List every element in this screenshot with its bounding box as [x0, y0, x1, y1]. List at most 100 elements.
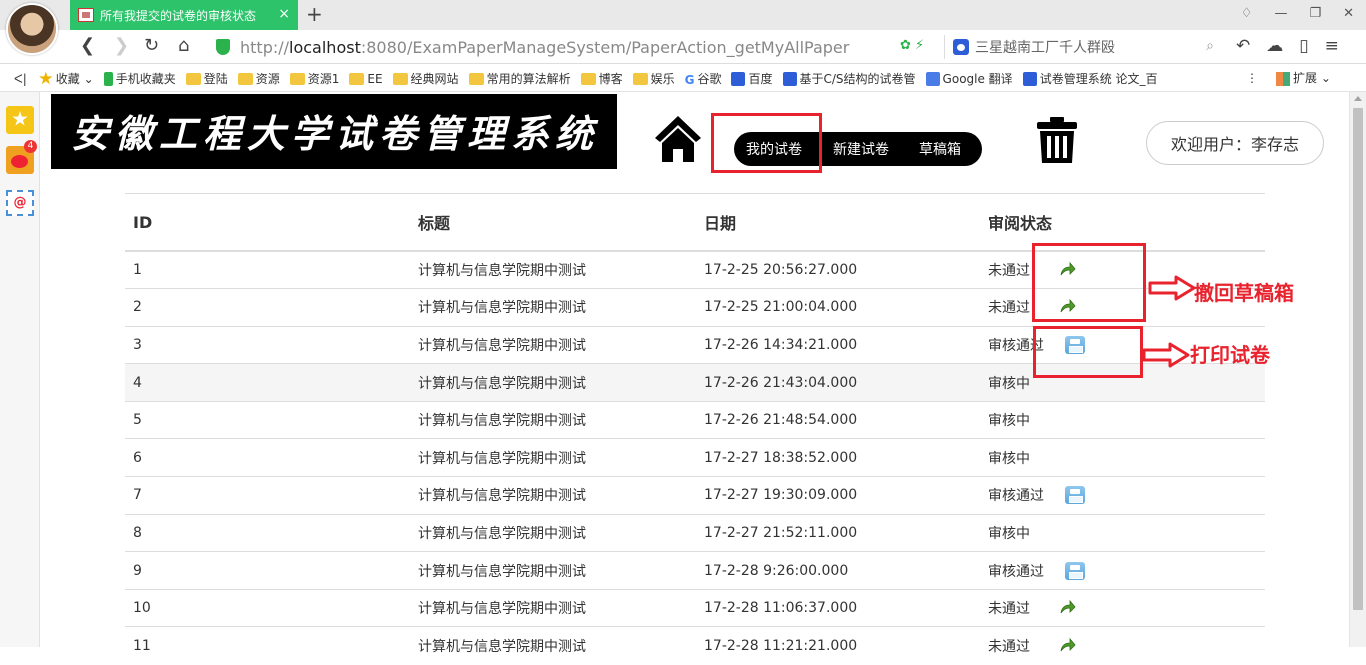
- speed-icon[interactable]: ✿ ⚡: [900, 38, 924, 53]
- google-icon: G: [684, 72, 695, 87]
- print-icon[interactable]: [1065, 486, 1085, 505]
- restore-icon[interactable]: ❐: [1309, 6, 1321, 21]
- bookmark-item[interactable]: 资源1: [289, 70, 339, 87]
- browser-nav-bar: ❮ ❯ ↻ ⌂ http://localhost:8080/ExamPaperM…: [0, 30, 1366, 64]
- bookmark-label: 登陆: [203, 72, 228, 86]
- folder-icon: [185, 72, 201, 85]
- browser-tab-bar: 所有我提交的试卷的审核状态 × + ♢ — ❐ ✕: [0, 0, 1366, 30]
- highlight-print-action: [1033, 326, 1143, 378]
- status-text: 审核中: [988, 525, 1030, 542]
- sidebar-toggle-icon[interactable]: ᐸ|: [14, 72, 27, 86]
- status-text: 审核中: [988, 450, 1030, 467]
- tab-title: 所有我提交的试卷的审核状态: [100, 8, 257, 23]
- new-tab-button[interactable]: +: [306, 4, 323, 24]
- scroll-up-icon[interactable]: [1354, 96, 1362, 101]
- minimize-icon[interactable]: —: [1274, 6, 1287, 21]
- mail-icon[interactable]: @: [6, 190, 34, 216]
- bookmark-label: 博客: [598, 72, 623, 86]
- bookmark-item[interactable]: 经典网站: [392, 70, 459, 87]
- close-window-icon[interactable]: ✕: [1343, 6, 1354, 21]
- cell-id: 4: [125, 363, 410, 402]
- search-icon[interactable]: ⌕: [1206, 38, 1214, 54]
- bookmark-item[interactable]: 登陆: [185, 70, 228, 87]
- bookmark-item[interactable]: 娱乐: [632, 70, 675, 87]
- extensions-button[interactable]: 扩展 ⌄: [1276, 69, 1331, 86]
- url-host: localhost: [289, 38, 361, 57]
- bookmark-label: 谷歌: [697, 72, 722, 86]
- bookmark-item[interactable]: 常用的算法解析: [468, 70, 571, 87]
- bookmark-item[interactable]: 博客: [580, 70, 623, 87]
- nav-drafts[interactable]: 草稿箱: [919, 139, 961, 159]
- cell-date: 17-2-28 9:26:00.000: [696, 551, 980, 590]
- star-icon: [39, 71, 53, 85]
- cell-id: 1: [125, 250, 410, 289]
- window-controls: ♢ — ❐ ✕: [1241, 6, 1354, 21]
- welcome-user[interactable]: 欢迎用户：李存志: [1146, 121, 1324, 165]
- paw-icon: [731, 71, 746, 86]
- address-bar[interactable]: http://localhost:8080/ExamPaperManageSys…: [240, 38, 849, 57]
- cell-title: 计算机与信息学院期中测试: [410, 438, 696, 477]
- system-logo: 安徽工程大学试卷管理系统: [51, 94, 617, 169]
- table-row: 6 计算机与信息学院期中测试 17-2-27 18:38:52.000 审核中: [125, 438, 1265, 477]
- bookmark-list: ᐸ| 收藏 ⌄ 手机收藏夹 登陆 资源 资源1 EE 经典网站 常用的算法解析 …: [14, 70, 1168, 87]
- search-box[interactable]: 三星越南工厂千人群殴 ⌕: [944, 35, 1222, 59]
- cell-date: 17-2-28 11:21:21.000: [696, 626, 980, 665]
- bookmark-item[interactable]: 收藏 ⌄: [39, 70, 94, 87]
- cell-date: 17-2-27 18:38:52.000: [696, 438, 980, 477]
- home-page-icon[interactable]: ⌂: [178, 36, 189, 56]
- bookmark-item[interactable]: Google 翻译: [925, 70, 1013, 87]
- cell-title: 计算机与信息学院期中测试: [410, 288, 696, 327]
- cell-status: 审核中: [980, 400, 1265, 439]
- print-icon[interactable]: [1065, 561, 1085, 580]
- security-shield-icon[interactable]: [216, 39, 230, 55]
- recall-to-drafts-icon[interactable]: [1058, 599, 1076, 617]
- scroll-thumb[interactable]: [1353, 108, 1363, 610]
- menu-icon[interactable]: ≡: [1325, 36, 1339, 56]
- nav-new-paper[interactable]: 新建试卷: [833, 139, 889, 159]
- undo-icon[interactable]: ↶: [1236, 36, 1250, 56]
- bookmark-item[interactable]: 资源: [237, 70, 280, 87]
- cell-title: 计算机与信息学院期中测试: [410, 626, 696, 665]
- translate-icon: [925, 71, 940, 86]
- favorites-star-icon[interactable]: [6, 106, 34, 134]
- cloud-icon[interactable]: ☁: [1266, 36, 1283, 56]
- browser-sidebar: 4 @: [0, 92, 40, 647]
- status-text: 审核中: [988, 413, 1030, 430]
- bookmark-item[interactable]: 试卷管理系统 论文_百: [1022, 70, 1158, 87]
- tab-close-icon[interactable]: ×: [278, 6, 290, 22]
- bookmark-label: 常用的算法解析: [486, 72, 571, 86]
- page-scrollbar[interactable]: [1349, 92, 1366, 647]
- forward-icon[interactable]: ❯: [114, 36, 129, 56]
- bookmark-label: 试卷管理系统 论文_百: [1039, 72, 1158, 86]
- user-avatar[interactable]: [6, 3, 58, 55]
- cell-date: 17-2-26 14:34:21.000: [696, 325, 980, 364]
- mobile-icon[interactable]: ▯: [1299, 36, 1308, 56]
- back-icon[interactable]: ❮: [80, 36, 95, 56]
- cell-date: 17-2-25 20:56:27.000: [696, 250, 980, 289]
- paw-icon: [1022, 71, 1037, 86]
- bookmark-item[interactable]: EE: [349, 72, 383, 86]
- cell-title: 计算机与信息学院期中测试: [410, 551, 696, 590]
- home-icon[interactable]: [654, 114, 702, 164]
- more-icon[interactable]: ⋮: [1246, 71, 1258, 85]
- search-input[interactable]: 三星越南工厂千人群殴: [975, 37, 1115, 57]
- skin-icon[interactable]: ♢: [1241, 6, 1253, 21]
- cell-id: 10: [125, 588, 410, 627]
- trash-icon[interactable]: [1036, 117, 1078, 164]
- status-text: 审核通过: [988, 488, 1044, 505]
- bookmark-item[interactable]: G 谷歌: [685, 70, 722, 87]
- recall-to-drafts-icon[interactable]: [1058, 637, 1076, 655]
- cell-date: 17-2-26 21:43:04.000: [696, 363, 980, 402]
- bookmark-label: 基于C/S结构的试卷管: [799, 72, 916, 86]
- bookmark-item[interactable]: 手机收藏夹: [103, 70, 176, 87]
- cell-title: 计算机与信息学院期中测试: [410, 588, 696, 627]
- reload-icon[interactable]: ↻: [144, 36, 159, 56]
- folder-icon: [580, 72, 596, 85]
- folder-icon: [468, 72, 484, 85]
- folder-icon: [237, 72, 253, 85]
- cell-title: 计算机与信息学院期中测试: [410, 250, 696, 289]
- extensions-label: 扩展: [1293, 71, 1318, 85]
- bookmark-item[interactable]: 基于C/S结构的试卷管: [782, 70, 916, 87]
- bookmark-item[interactable]: 百度: [731, 70, 773, 87]
- browser-tab-active[interactable]: 所有我提交的试卷的审核状态 ×: [70, 0, 298, 30]
